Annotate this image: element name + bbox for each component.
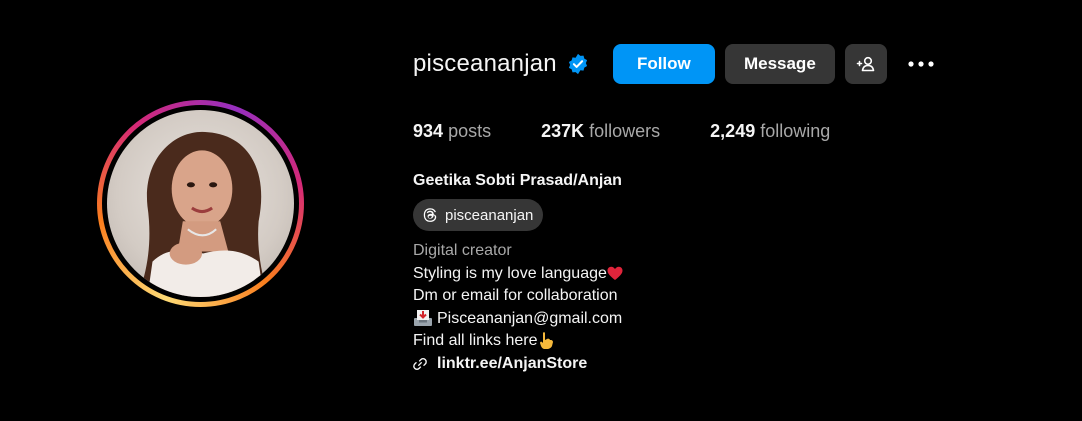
bio-line: Find all links here — [413, 330, 623, 353]
profile-category: Digital creator — [413, 242, 512, 259]
threads-badge[interactable]: pisceananjan — [413, 199, 544, 231]
bio-line-text: Find all links here — [413, 332, 538, 349]
avatar-photo — [137, 131, 269, 297]
username: pisceananjan — [413, 50, 557, 77]
more-options-icon — [908, 61, 934, 67]
threads-handle: pisceananjan — [445, 206, 534, 224]
bio-line: Styling is my love language — [413, 263, 623, 286]
following-label: following — [760, 121, 831, 141]
profile-stats: 934 posts 237K followers 2,249 following — [413, 121, 880, 142]
bio-line: Pisceananjan@gmail.com — [413, 308, 623, 331]
suggest-similar-button[interactable] — [844, 44, 887, 84]
verified-badge-icon — [568, 53, 587, 75]
full-name: Geetika Sobti Prasad/Anjan — [413, 172, 622, 189]
followers-count: 237K — [541, 121, 585, 141]
followers-label: followers — [589, 121, 661, 141]
more-options-button[interactable] — [901, 44, 941, 84]
external-link[interactable]: linktr.ee/AnjanStore — [413, 353, 623, 376]
profile-avatar[interactable] — [107, 110, 294, 297]
posts-stat: 934 posts — [413, 121, 491, 142]
posts-label: posts — [448, 121, 492, 141]
bio-email[interactable]: Pisceananjan@gmail.com — [437, 310, 622, 327]
posts-count: 934 — [413, 121, 444, 141]
point-down-emoji — [539, 332, 553, 349]
inbox-tray-emoji — [414, 310, 432, 327]
follow-button[interactable]: Follow — [612, 44, 715, 84]
message-button[interactable]: Message — [724, 44, 835, 84]
profile-avatar-story-ring[interactable] — [97, 100, 304, 307]
link-icon — [413, 357, 427, 370]
avatar-gap — [102, 105, 299, 302]
following-stat[interactable]: 2,249 following — [710, 121, 830, 142]
followers-stat[interactable]: 237K followers — [541, 121, 660, 142]
bio-line: Dm or email for collaboration — [413, 287, 618, 304]
profile-header-row: pisceananjan Follow Message — [413, 44, 941, 84]
add-user-icon — [856, 56, 875, 72]
following-count: 2,249 — [710, 121, 756, 141]
threads-icon — [423, 208, 437, 222]
profile-bio: Digital creator Styling is my love langu… — [413, 240, 623, 375]
bio-line-text: Styling is my love language — [413, 264, 607, 282]
red-heart-emoji — [607, 266, 623, 280]
external-link-text: linktr.ee/AnjanStore — [437, 354, 588, 372]
